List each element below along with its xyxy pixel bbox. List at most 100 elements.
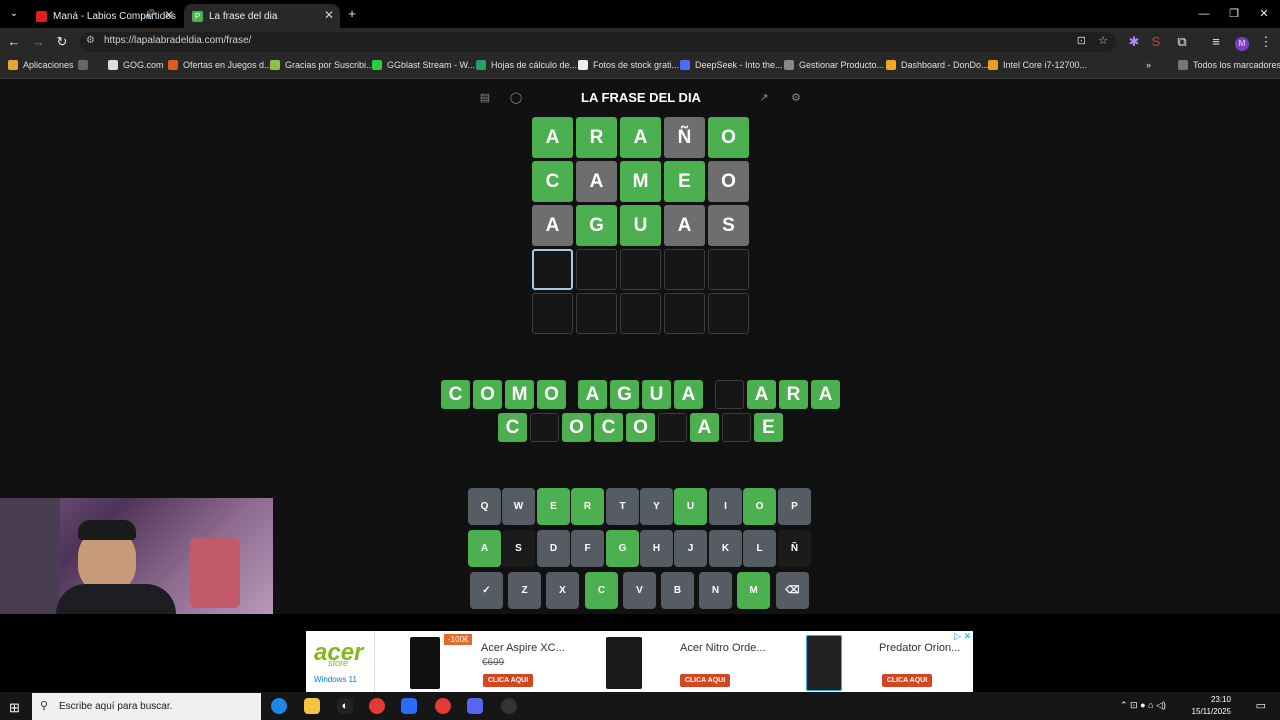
grid-tile[interactable] [576,293,617,334]
key-t[interactable]: T [606,488,639,525]
bookmark-star-icon[interactable]: ☆ [1098,34,1108,47]
key-m[interactable]: M [737,572,770,609]
tab-search-icon[interactable]: ⌄ [4,4,24,24]
close-icon[interactable]: ✕ [324,8,334,22]
key-k[interactable]: K [709,530,742,567]
tab-la-frase[interactable]: P La frase del dia ✕ [184,4,340,28]
bookmark-item[interactable]: Dashboard - DonDo... [886,60,989,70]
adchoices-icon[interactable]: ▷ [954,631,961,642]
extension-icon[interactable]: S [1146,32,1166,52]
new-tab-button[interactable]: + [342,4,362,24]
close-window-button[interactable]: ✕ [1254,4,1274,24]
forward-button[interactable]: → [28,32,48,52]
grid-tile[interactable] [664,249,705,290]
stats-icon[interactable]: ↗ [757,91,771,105]
key-h[interactable]: H [640,530,673,567]
grid-tile[interactable] [708,249,749,290]
edge-icon[interactable] [271,698,287,714]
key-enye[interactable]: Ñ [778,530,811,567]
bookmark-item[interactable]: Aplicaciones [8,60,74,70]
app-icon[interactable]: ◐ [337,698,353,714]
key-l[interactable]: L [743,530,776,567]
bookmark-item[interactable]: Hojas de cálculo de... [476,60,577,70]
bookmark-item[interactable]: GOG.com [108,60,164,70]
key-g[interactable]: G [606,530,639,567]
tray-icons[interactable]: ⌃ ⊡ ● ⌂ ◁) [1120,700,1166,711]
grid-tile[interactable] [532,293,573,334]
grid-tile[interactable] [620,249,661,290]
enter-key[interactable]: ✓ [470,572,503,609]
more-bookmarks-icon[interactable]: » [1146,60,1151,70]
speaker-icon[interactable]: 🔊 [145,9,156,20]
grid-tile-active[interactable] [532,249,573,290]
extensions-icon[interactable]: ⧉ [1172,32,1192,52]
key-n[interactable]: N [699,572,732,609]
app-icon[interactable] [401,698,417,714]
discord-icon[interactable] [467,698,483,714]
key-o[interactable]: O [743,488,776,525]
media-icon[interactable]: ≡ [1206,32,1226,52]
bookmark-item[interactable]: DeepSeek - Into the... [680,60,783,70]
cta-button[interactable]: CLICA AQUI [882,674,932,687]
key-a[interactable]: A [468,530,501,567]
install-icon[interactable]: ⊡ [1077,34,1086,47]
bookmark-item[interactable] [78,60,93,70]
address-bar[interactable]: ⚙ https://lapalabradeldia.com/frase/ ⊡ ☆ [80,32,1116,52]
product-title[interactable]: Predator Orion... [879,642,960,654]
grid-tile[interactable] [576,249,617,290]
key-w[interactable]: W [502,488,535,525]
key-v[interactable]: V [623,572,656,609]
key-j[interactable]: J [674,530,707,567]
bookmark-item[interactable]: Gracias por Suscribi... [270,60,374,70]
reload-button[interactable]: ↻ [52,32,72,52]
product-title[interactable]: Acer Aspire XC... [481,642,565,654]
key-u[interactable]: U [674,488,707,525]
key-q[interactable]: Q [468,488,501,525]
windows-start-icon[interactable]: ⊞ [9,700,20,716]
notifications-icon[interactable]: ▭ [1256,699,1266,712]
cta-button[interactable]: CLICA AQUI [483,674,533,687]
product-title[interactable]: Acer Nitro Orde... [680,642,766,654]
menu-icon[interactable]: ⋮ [1256,32,1276,52]
close-icon[interactable]: ✕ [164,8,174,22]
app-icon[interactable] [501,698,517,714]
cta-button[interactable]: CLICA AQUI [680,674,730,687]
clock[interactable]: 23:10 15/11/2025 [1192,694,1231,718]
bookmark-item[interactable]: Gestionar Producto... [784,60,884,70]
bookmark-item[interactable]: Intel Core i7-12700... [988,60,1087,70]
key-y[interactable]: Y [640,488,673,525]
bookmark-item[interactable]: Ofertas en Juegos d... [168,60,272,70]
bookmark-item[interactable]: Fotos de stock grati... [578,60,679,70]
backspace-key[interactable]: ⌫ [776,572,809,609]
key-d[interactable]: D [537,530,570,567]
site-info-icon[interactable]: ⚙ [86,35,95,46]
key-s[interactable]: S [502,530,535,567]
back-button[interactable]: ← [4,32,24,52]
grid-tile[interactable] [664,293,705,334]
tab-mana[interactable]: Maná - Labios Compartidos 🔊 ✕ [28,4,180,28]
settings-icon[interactable]: ⚙ [789,91,803,105]
chrome-icon[interactable] [435,698,451,714]
key-f[interactable]: F [571,530,604,567]
key-c[interactable]: C [585,572,618,609]
bookmark-item[interactable]: GGblast Stream - W... [372,60,475,70]
key-i[interactable]: I [709,488,742,525]
key-x[interactable]: X [546,572,579,609]
grid-tile[interactable] [620,293,661,334]
extension-icon[interactable]: ✱ [1124,32,1144,52]
grid-tile[interactable] [708,293,749,334]
close-ad-icon[interactable]: ✕ [963,631,971,642]
key-b[interactable]: B [661,572,694,609]
advertisement[interactable]: acer store Windows 11 -100€ Acer Aspire … [306,631,973,693]
key-e[interactable]: E [537,488,570,525]
profile-avatar[interactable]: M [1232,32,1252,52]
key-p[interactable]: P [778,488,811,525]
minimize-button[interactable]: — [1194,4,1214,24]
bookmark-folder[interactable]: Todos los marcadores [1178,60,1280,70]
chrome-icon[interactable] [369,698,385,714]
restore-button[interactable]: ❐ [1224,4,1244,24]
key-z[interactable]: Z [508,572,541,609]
key-r[interactable]: R [571,488,604,525]
taskbar-search[interactable]: ⚲ Escribe aquí para buscar. [32,693,261,720]
file-explorer-icon[interactable] [304,698,320,714]
